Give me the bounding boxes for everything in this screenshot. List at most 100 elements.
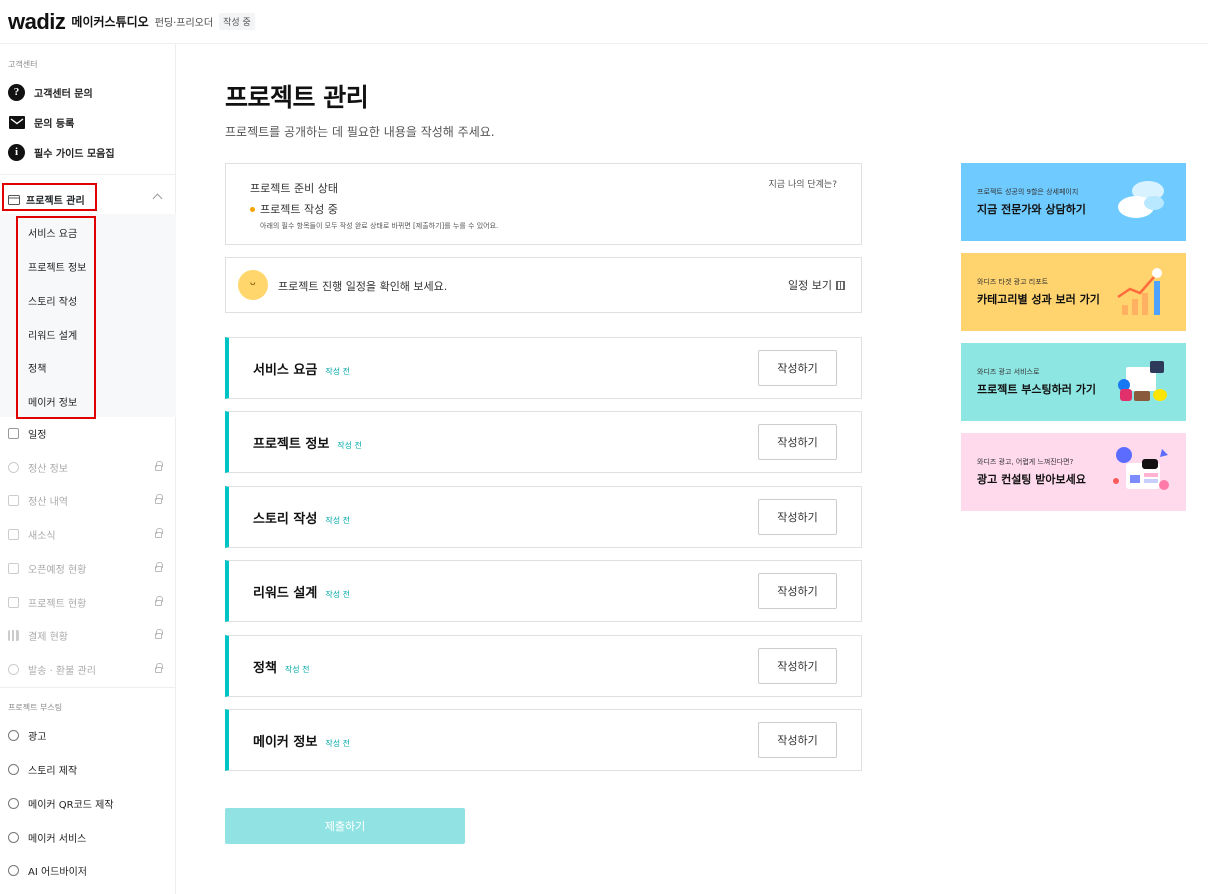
task-name: 스토리 작성 작성 전 [253, 508, 350, 527]
banner-expert-consult[interactable]: 프로젝트 성공의 9할은 상세페이지 지금 전문가와 상담하기 [961, 163, 1186, 241]
breadcrumb: 펀딩·프리오더 [154, 18, 214, 29]
project-status-card: 프로젝트 준비 상태 지금 나의 단계는? 프로젝트 작성 중 아래의 필수 항… [225, 163, 862, 245]
task-name-label: 리워드 설계 [253, 586, 318, 601]
task-status: 작성 전 [325, 516, 350, 525]
view-schedule-label: 일정 보기 [788, 279, 832, 292]
task-name: 정책 작성 전 [253, 657, 310, 676]
task-card-story: 스토리 작성 작성 전 작성하기 [225, 486, 862, 548]
lock-icon [155, 629, 163, 639]
sidebar-item-ai-advisor[interactable]: AI 어드바이저 [0, 855, 176, 885]
wadiz-logo[interactable]: wadiz [8, 9, 66, 35]
lock-icon [155, 528, 163, 538]
sidebar-item-guide[interactable]: i 필수 가이드 모음집 [0, 137, 176, 167]
sidebar-item-label: 오픈예정 현황 [28, 564, 87, 576]
sidebar-item-label: 메이커 서비스 [28, 833, 87, 845]
banner-category-report[interactable]: 와디즈 타겟 광고 리포트 카테고리별 성과 보러 가기 [961, 253, 1186, 331]
sidebar-item-label: 메이커 QR코드 제작 [28, 799, 114, 811]
task-status: 작성 전 [337, 441, 362, 450]
sidebar-item-support-inquiry[interactable]: ? 고객센터 문의 [0, 77, 176, 107]
ad-icon [8, 729, 19, 741]
lock-icon [155, 461, 163, 471]
write-button[interactable]: 작성하기 [758, 648, 837, 684]
task-name: 프로젝트 정보 작성 전 [253, 433, 362, 452]
task-status: 작성 전 [325, 367, 350, 376]
sidebar-item-inquiry-register[interactable]: 문의 등록 [0, 107, 176, 137]
banner-subtitle: 와디즈 타겟 광고 리포트 [977, 278, 1049, 286]
sidebar-item-news: 새소식 [0, 519, 176, 549]
task-name-label: 스토리 작성 [253, 512, 318, 527]
schedule-card: ᵕ 프로젝트 진행 일정을 확인해 보세요. 일정 보기 [225, 257, 862, 313]
sidebar-item-ads[interactable]: 광고 [0, 720, 176, 750]
sidebar-item-project-status: 프로젝트 현황 [0, 587, 176, 617]
status-state-label: 프로젝트 작성 중 [260, 203, 338, 216]
banner-subtitle: 와디즈 광고 서비스로 [977, 368, 1040, 376]
sidebar-item-shipping-refund: 발송 · 환불 관리 [0, 654, 176, 684]
growth-chart-icon [1117, 268, 1162, 315]
status-state: 프로젝트 작성 중 [250, 201, 338, 217]
banner-title: 프로젝트 부스팅하러 가기 [977, 383, 1096, 396]
sidebar-item-schedule[interactable]: 일정 [0, 418, 176, 448]
lock-icon [155, 596, 163, 606]
question-icon: ? [8, 83, 25, 101]
qr-icon [8, 797, 19, 809]
highlight-box-project-management [2, 183, 97, 211]
sidebar-item-maker-service[interactable]: 메이커 서비스 [0, 822, 176, 852]
banner-title: 카테고리별 성과 보러 가기 [977, 293, 1100, 306]
sidebar-item-label: 정산 정보 [28, 463, 68, 475]
write-button[interactable]: 작성하기 [758, 573, 837, 609]
write-button[interactable]: 작성하기 [758, 722, 837, 758]
write-button[interactable]: 작성하기 [758, 424, 837, 460]
sidebar-item-label: 결제 현황 [28, 631, 68, 643]
sidebar-item-settlement-info: 정산 정보 [0, 452, 176, 482]
status-badge: 작성 중 [219, 13, 255, 30]
sidebar-item-story-production[interactable]: 스토리 제작 [0, 754, 176, 784]
task-card-project-info: 프로젝트 정보 작성 전 작성하기 [225, 411, 862, 473]
highlight-box-submenu [16, 216, 96, 419]
banner-subtitle: 와디즈 광고, 어렵게 느껴진다면? [977, 458, 1074, 466]
banner-title: 광고 컨설팅 받아보세요 [977, 473, 1086, 486]
lock-icon [155, 494, 163, 504]
sidebar-item-label: 프로젝트 현황 [28, 598, 87, 610]
task-card-policy: 정책 작성 전 작성하기 [225, 635, 862, 697]
view-schedule-link[interactable]: 일정 보기 [788, 277, 845, 293]
task-name-label: 정책 [253, 661, 277, 676]
sidebar-item-qr-code[interactable]: 메이커 QR코드 제작 [0, 788, 176, 818]
info-icon: i [8, 143, 25, 161]
lightbulb-icon [8, 831, 19, 843]
ad-consulting-icon [1113, 447, 1169, 490]
schedule-text: 프로젝트 진행 일정을 확인해 보세요. [278, 280, 448, 293]
task-name-label: 프로젝트 정보 [253, 437, 330, 452]
divider [0, 174, 176, 175]
task-status: 작성 전 [325, 739, 350, 748]
sidebar-item-label: 새소식 [28, 530, 56, 542]
write-button[interactable]: 작성하기 [758, 350, 837, 386]
studio-title: 메이커스튜디오 [71, 15, 149, 29]
settlement-icon [8, 461, 19, 473]
preopen-icon [8, 562, 19, 574]
top-header: wadiz 메이커스튜디오 펀딩·프리오더 작성 중 [0, 0, 1208, 44]
task-name-label: 서비스 요금 [253, 363, 318, 378]
document-icon [8, 494, 19, 506]
sidebar-item-settlement-history: 정산 내역 [0, 485, 176, 515]
sidebar-item-label: 고객센터 문의 [34, 88, 93, 100]
status-dot-icon [250, 206, 255, 212]
task-name: 서비스 요금 작성 전 [253, 359, 350, 378]
shipping-icon [8, 663, 19, 675]
smile-icon: ᵕ [238, 270, 268, 300]
chat-bubbles-icon [1118, 181, 1164, 218]
calendar-icon [8, 427, 19, 439]
ad-channels-icon [1118, 361, 1167, 401]
task-name: 리워드 설계 작성 전 [253, 582, 350, 601]
current-step-link[interactable]: 지금 나의 단계는? [769, 177, 837, 190]
sidebar-item-label: AI 어드바이저 [28, 866, 87, 878]
banner-project-boosting[interactable]: 와디즈 광고 서비스로 프로젝트 부스팅하러 가기 [961, 343, 1186, 421]
sidebar-item-label: 필수 가이드 모음집 [34, 148, 115, 160]
write-button[interactable]: 작성하기 [758, 499, 837, 535]
page-title: 프로젝트 관리 [225, 83, 369, 112]
submit-button[interactable]: 제출하기 [225, 808, 465, 844]
bar-chart-icon [8, 629, 19, 641]
sidebar-item-label: 문의 등록 [34, 118, 75, 130]
banner-ad-consulting[interactable]: 와디즈 광고, 어렵게 느껴진다면? 광고 컨설팅 받아보세요 [961, 433, 1186, 511]
lock-icon [155, 562, 163, 572]
news-icon [8, 528, 19, 540]
